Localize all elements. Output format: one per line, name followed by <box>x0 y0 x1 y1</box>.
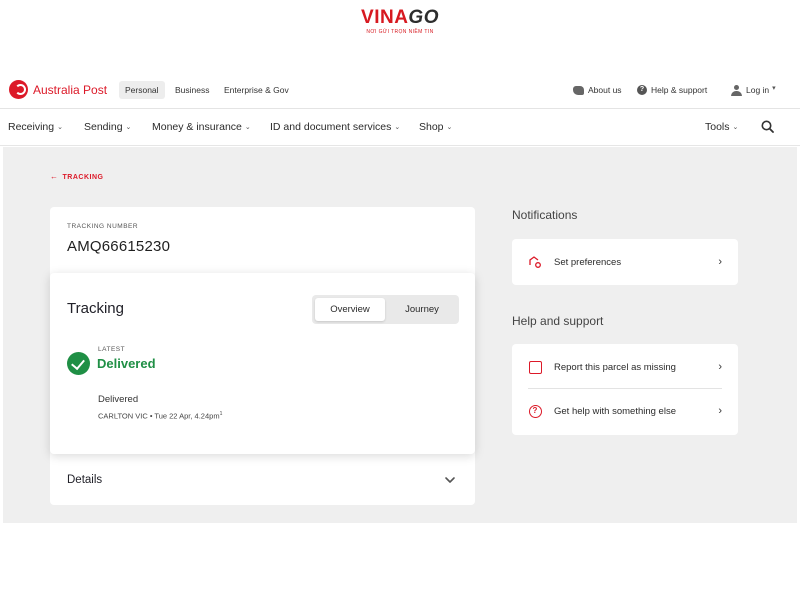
nav-sending-label: Sending <box>84 121 123 133</box>
nav-id-documents[interactable]: ID and document services ⌄ <box>270 120 400 136</box>
main-navigation: Receiving ⌄ Sending ⌄ Money & insurance ⌄ I… <box>0 109 800 146</box>
segment-personal[interactable]: Personal <box>119 81 165 99</box>
nav-money-label: Money & insurance <box>152 121 242 133</box>
login-button[interactable]: Log in ▾ <box>731 81 776 99</box>
view-toggle: Overview Journey <box>312 295 459 324</box>
chevron-down-icon: ⌄ <box>57 124 63 131</box>
report-missing-item[interactable]: Report this parcel as missing › <box>528 357 722 377</box>
australia-post-logo[interactable]: Australia Post <box>9 80 107 99</box>
chevron-right-icon: › <box>718 361 722 373</box>
australia-map-icon <box>573 85 584 95</box>
help-support-heading: Help and support <box>512 314 604 328</box>
set-preferences-item[interactable]: Set preferences › <box>528 252 722 272</box>
nav-receiving-label: Receiving <box>8 121 55 133</box>
search-icon[interactable] <box>761 120 774 133</box>
help-support-label: Help & support <box>651 85 708 95</box>
event-title: Delivered <box>98 394 139 405</box>
australia-post-logo-icon <box>9 80 28 99</box>
login-label: Log in <box>746 85 770 95</box>
notifications-card: Set preferences › <box>512 239 738 285</box>
get-help-item[interactable]: ? Get help with something else › <box>528 401 722 421</box>
nav-money-insurance[interactable]: Money & insurance ⌄ <box>152 120 251 136</box>
help-support-card: Report this parcel as missing › ? Get he… <box>512 344 738 435</box>
tab-overview[interactable]: Overview <box>315 298 385 321</box>
event-meta: CARLTON VIC • Tue 22 Apr, 4.24pm1 <box>98 411 222 421</box>
back-link-label: TRACKING <box>62 174 104 181</box>
chevron-right-icon: › <box>718 256 722 268</box>
divider <box>528 388 722 389</box>
about-us-label: About us <box>588 85 622 95</box>
watermark-tagline: NƠI GỬI TRỌN NIỀM TIN <box>366 29 434 35</box>
tracking-number-label: TRACKING NUMBER <box>67 223 139 230</box>
chevron-down-icon: ⌄ <box>446 124 453 131</box>
vinago-watermark-logo: VINAGO NƠI GỬI TRỌN NIỀM TIN <box>0 7 800 36</box>
chevron-down-icon: ⌄ <box>732 124 739 131</box>
help-circle-icon: ? <box>637 85 647 95</box>
back-to-tracking-link[interactable]: ← TRACKING <box>50 172 103 181</box>
report-missing-label: Report this parcel as missing <box>554 361 676 373</box>
chevron-down-icon: ▾ <box>772 85 776 92</box>
nav-id-label: ID and document services <box>270 121 392 133</box>
arrow-left-icon: ← <box>50 172 59 181</box>
notifications-heading: Notifications <box>512 208 578 222</box>
nav-receiving[interactable]: Receiving ⌄ <box>8 120 63 136</box>
chevron-right-icon: › <box>718 405 722 417</box>
tracking-title: Tracking <box>67 300 124 317</box>
question-icon: ? <box>528 404 542 418</box>
chevron-down-icon: ⌄ <box>244 124 251 131</box>
tab-journey[interactable]: Journey <box>387 298 457 321</box>
help-support-link[interactable]: ? Help & support <box>637 81 707 99</box>
nav-tools-label: Tools <box>705 121 730 133</box>
latest-label: LATEST <box>98 346 126 353</box>
watermark-brand-a: VINA <box>361 7 409 28</box>
segment-enterprise-gov[interactable]: Enterprise & Gov <box>218 81 295 99</box>
chevron-down-icon: ⌄ <box>394 124 401 131</box>
user-icon <box>731 84 742 96</box>
chevron-down-icon: ⌄ <box>125 124 132 131</box>
brand-name: Australia Post <box>33 82 108 97</box>
details-toggle[interactable]: Details <box>67 474 102 486</box>
parcel-missing-icon <box>528 360 542 374</box>
about-us-link[interactable]: About us <box>573 81 622 99</box>
event-location-time: CARLTON VIC • Tue 22 Apr, 4.24pm <box>98 411 220 421</box>
get-help-label: Get help with something else <box>554 405 676 417</box>
delivered-check-icon <box>67 352 90 375</box>
nav-shop-label: Shop <box>419 121 444 133</box>
top-utility-bar: Australia Post Personal Business Enterpr… <box>0 72 800 109</box>
segment-business[interactable]: Business <box>169 81 216 99</box>
set-preferences-label: Set preferences <box>554 256 622 268</box>
nav-sending[interactable]: Sending ⌄ <box>84 120 131 136</box>
tracking-number-value: AMQ66615230 <box>67 238 171 255</box>
watermark-brand-b: GO <box>408 7 439 28</box>
nav-tools[interactable]: Tools ⌄ <box>705 120 738 136</box>
nav-shop[interactable]: Shop ⌄ <box>419 120 452 136</box>
chevron-down-icon[interactable] <box>444 474 456 486</box>
event-footnote: 1 <box>219 411 223 417</box>
delivery-status: Delivered <box>97 356 156 371</box>
preferences-gear-icon <box>528 255 542 269</box>
